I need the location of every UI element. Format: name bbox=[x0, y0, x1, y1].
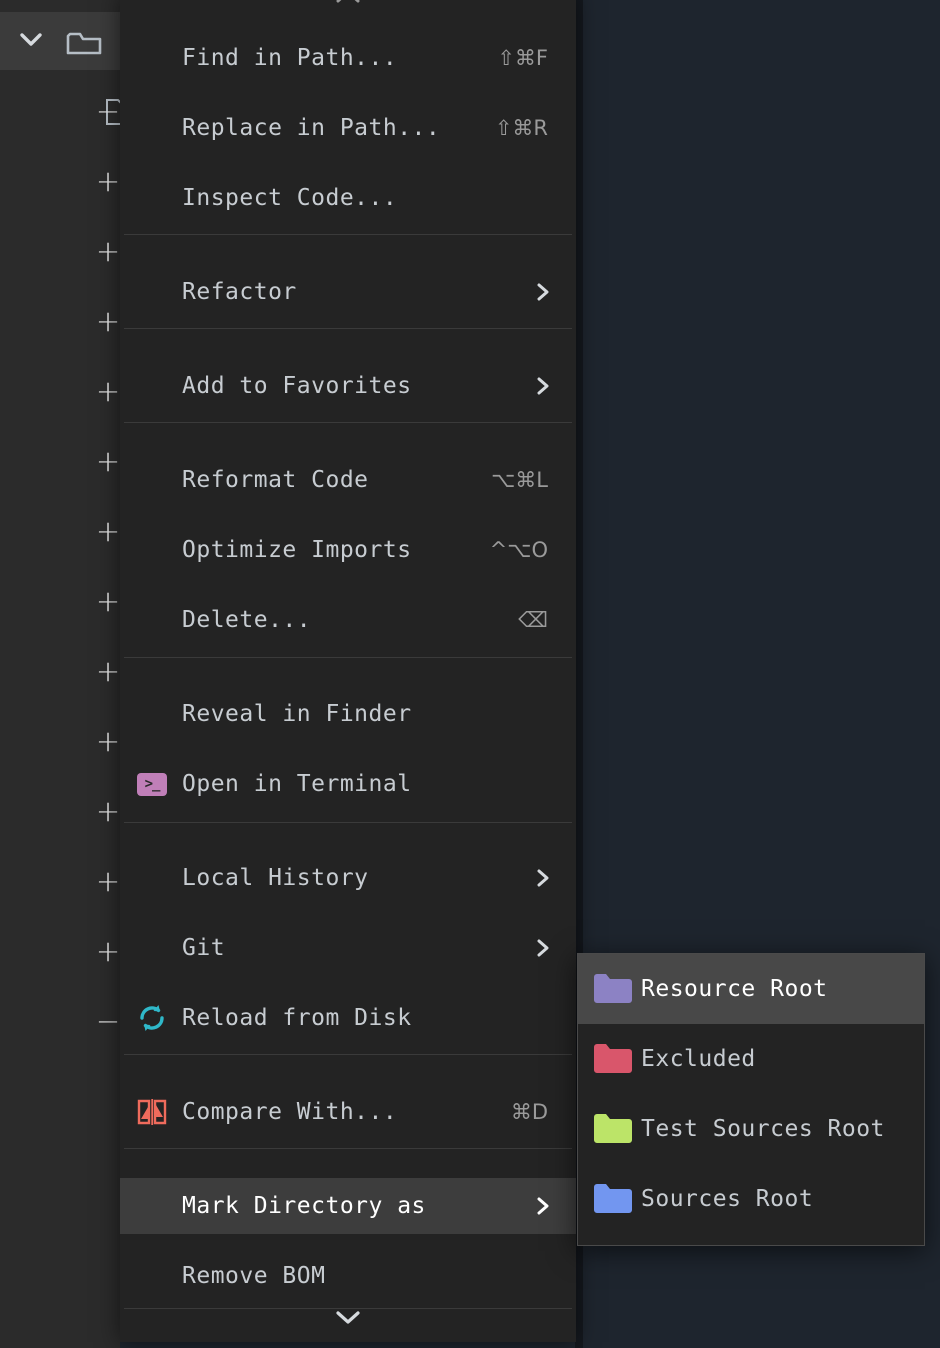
tree-expand-icon[interactable]: + bbox=[95, 238, 121, 264]
chevron-right-icon bbox=[532, 867, 554, 889]
menu-item-local-history[interactable]: Local History bbox=[120, 850, 576, 906]
menu-item-refactor[interactable]: Refactor bbox=[120, 264, 576, 320]
menu-item-inspect-code[interactable]: Inspect Code... bbox=[120, 170, 576, 226]
tree-expand-icon[interactable]: + bbox=[95, 378, 121, 404]
menu-item-shortcut: ^⌥O bbox=[490, 538, 548, 562]
submenu-item-label: Test Sources Root bbox=[641, 1116, 885, 1142]
chevron-right-icon bbox=[532, 937, 554, 959]
tree-expand-icon[interactable]: + bbox=[95, 868, 121, 894]
scroll-up-chevron-icon[interactable] bbox=[120, 0, 576, 8]
menu-item-shortcut: ⌥⌘L bbox=[491, 468, 548, 492]
menu-item-add-to-favorites[interactable]: Add to Favorites bbox=[120, 358, 576, 414]
menu-item-label: Inspect Code... bbox=[182, 185, 397, 211]
menu-item-remove-bom[interactable]: Remove BOM bbox=[120, 1248, 576, 1304]
menu-item-reformat-code[interactable]: Reformat Code ⌥⌘L bbox=[120, 452, 576, 508]
tree-expand-markers: − + + + + + + + + + + + + − bbox=[0, 0, 120, 1348]
scroll-down-chevron-icon[interactable] bbox=[120, 1306, 576, 1328]
chevron-right-icon bbox=[532, 1195, 554, 1217]
menu-item-label: Git bbox=[182, 935, 225, 961]
menu-item-open-in-terminal[interactable]: >_ Open in Terminal bbox=[120, 756, 576, 812]
tree-expand-icon[interactable]: + bbox=[95, 518, 121, 544]
menu-item-shortcut: ⇧⌘F bbox=[497, 46, 548, 70]
tree-expand-icon[interactable]: + bbox=[95, 728, 121, 754]
tree-expand-icon[interactable]: + bbox=[95, 448, 121, 474]
menu-separator bbox=[124, 1054, 572, 1055]
menu-item-shortcut: ⌫ bbox=[518, 608, 548, 632]
submenu-item-resource-root[interactable]: Resource Root bbox=[578, 954, 924, 1024]
menu-item-label: Reload from Disk bbox=[182, 1005, 412, 1031]
chevron-right-icon bbox=[532, 281, 554, 303]
menu-item-reload-from-disk[interactable]: Reload from Disk bbox=[120, 990, 576, 1046]
menu-item-mark-directory-as[interactable]: Mark Directory as bbox=[120, 1178, 576, 1234]
tree-collapse-icon[interactable]: − bbox=[95, 98, 121, 124]
menu-separator bbox=[124, 822, 572, 823]
tree-expand-icon[interactable]: + bbox=[95, 168, 121, 194]
compare-icon bbox=[135, 1095, 169, 1129]
reload-icon bbox=[135, 1001, 169, 1035]
submenu-item-label: Resource Root bbox=[641, 976, 828, 1002]
menu-separator bbox=[124, 234, 572, 235]
menu-item-label: Add to Favorites bbox=[182, 373, 412, 399]
tree-expand-icon[interactable]: + bbox=[95, 588, 121, 614]
folder-icon bbox=[594, 1184, 632, 1214]
menu-separator bbox=[124, 657, 572, 658]
menu-separator bbox=[124, 328, 572, 329]
submenu-item-sources-root[interactable]: Sources Root bbox=[578, 1164, 924, 1234]
menu-item-label: Refactor bbox=[182, 279, 297, 305]
menu-item-label: Compare With... bbox=[182, 1099, 397, 1125]
menu-item-reveal-in-finder[interactable]: Reveal in Finder bbox=[120, 686, 576, 742]
context-menu: Find in Path... ⇧⌘F Replace in Path... ⇧⌘R I… bbox=[120, 0, 576, 1342]
menu-item-label: Reveal in Finder bbox=[182, 701, 412, 727]
menu-item-shortcut: ⌘D bbox=[511, 1100, 548, 1124]
chevron-right-icon bbox=[532, 375, 554, 397]
menu-item-delete[interactable]: Delete... ⌫ bbox=[120, 592, 576, 648]
menu-item-label: Delete... bbox=[182, 607, 311, 633]
menu-item-label: Reformat Code bbox=[182, 467, 369, 493]
folder-icon bbox=[594, 1044, 632, 1074]
menu-item-shortcut: ⇧⌘R bbox=[495, 116, 548, 140]
menu-item-optimize-imports[interactable]: Optimize Imports ^⌥O bbox=[120, 522, 576, 578]
tree-expand-icon[interactable]: + bbox=[95, 938, 121, 964]
menu-item-label: Mark Directory as bbox=[182, 1193, 426, 1219]
menu-item-replace-in-path[interactable]: Replace in Path... ⇧⌘R bbox=[120, 100, 576, 156]
tree-expand-icon[interactable]: + bbox=[95, 798, 121, 824]
submenu-item-label: Excluded bbox=[641, 1046, 756, 1072]
submenu-item-excluded[interactable]: Excluded bbox=[578, 1024, 924, 1094]
menu-item-label: Find in Path... bbox=[182, 45, 397, 71]
terminal-icon: >_ bbox=[135, 767, 169, 801]
tree-expand-icon[interactable]: + bbox=[95, 658, 121, 684]
ide-window: − + + + + + + + + + + + + − Find in Path... ⇧⌘F Replace… bbox=[0, 0, 940, 1348]
menu-item-label: Local History bbox=[182, 865, 369, 891]
folder-icon bbox=[594, 1114, 632, 1144]
menu-item-label: Replace in Path... bbox=[182, 115, 440, 141]
mark-directory-as-submenu: Resource Root Excluded Test Sources Root So… bbox=[577, 953, 925, 1246]
menu-item-find-in-path[interactable]: Find in Path... ⇧⌘F bbox=[120, 30, 576, 86]
menu-item-label: Open in Terminal bbox=[182, 771, 412, 797]
folder-icon bbox=[594, 974, 632, 1004]
menu-item-git[interactable]: Git bbox=[120, 920, 576, 976]
submenu-item-label: Sources Root bbox=[641, 1186, 813, 1212]
menu-item-compare-with[interactable]: Compare With... ⌘D bbox=[120, 1084, 576, 1140]
menu-item-label: Optimize Imports bbox=[182, 537, 412, 563]
submenu-item-test-sources-root[interactable]: Test Sources Root bbox=[578, 1094, 924, 1164]
menu-separator bbox=[124, 422, 572, 423]
project-tree-sidebar: − + + + + + + + + + + + + − bbox=[0, 0, 120, 1348]
tree-expand-icon[interactable]: + bbox=[95, 308, 121, 334]
menu-item-label: Remove BOM bbox=[182, 1263, 325, 1289]
menu-separator bbox=[124, 1148, 572, 1149]
tree-collapse-icon[interactable]: − bbox=[95, 1008, 121, 1034]
